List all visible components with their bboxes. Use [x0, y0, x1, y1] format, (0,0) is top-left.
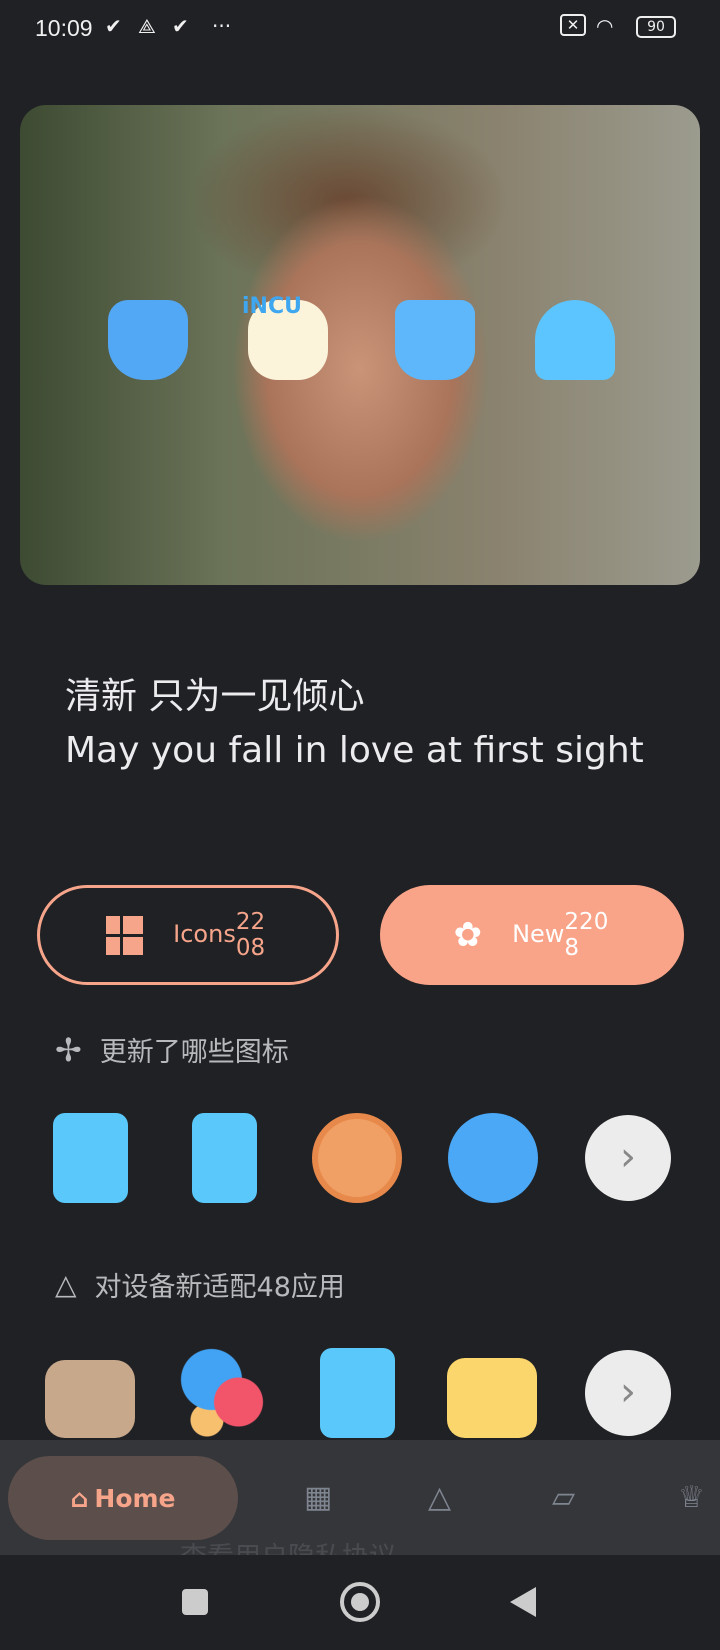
bottom-nav: 查看用户隐私协议 ⌂Home ▦ △ ▱ ♕ [0, 1440, 720, 1555]
check-icon: ✔ [105, 14, 122, 38]
wifi-icon: ◠ [596, 14, 614, 38]
headline-en: May you fall in love at first sight [65, 730, 644, 771]
nav-cards-tab[interactable]: ▱ [552, 1480, 575, 1515]
home-button[interactable] [340, 1582, 380, 1622]
headline: 清新 只为一见倾心 May you fall in love at first … [65, 670, 665, 778]
sim-off-icon: ✕ [560, 14, 586, 36]
clock-icon[interactable] [312, 1113, 402, 1203]
headphones-icon [535, 300, 615, 380]
new-button[interactable]: ✿ New2208 [380, 885, 684, 985]
shapes-icon: △ [55, 1268, 77, 1301]
grid-icon [106, 915, 144, 955]
usb-icon [108, 300, 188, 380]
status-bar: 10:09 ✔ ⟁ ✔ ··· ✕ ◠ 90 [0, 0, 720, 56]
drive-icon: ⟁ [138, 14, 156, 38]
back-button[interactable] [510, 1587, 536, 1617]
nav-trophy-tab[interactable]: ♕ [678, 1480, 705, 1515]
nav-icons-tab[interactable]: ▦ [304, 1480, 332, 1515]
icons-button[interactable]: Icons2208 [37, 885, 339, 985]
battery-level: 90 [647, 19, 665, 35]
hero-banner[interactable]: iNCU [20, 105, 700, 585]
phone-icon[interactable] [192, 1113, 257, 1203]
check-icon: ✔ [172, 14, 189, 38]
section-adapted-title: 对设备新适配48应用 [94, 1272, 345, 1303]
nav-home-label: Home [94, 1483, 176, 1513]
lock-user-icon [395, 300, 475, 380]
section-updated-header: ✢ 更新了哪些图标 [55, 1030, 289, 1069]
calculator-icon[interactable] [320, 1348, 395, 1438]
flower-icon: ✿ [453, 915, 483, 955]
amazon-icon[interactable] [45, 1360, 135, 1438]
incu-icon: iNCU [242, 294, 328, 380]
nav-shapes-tab[interactable]: △ [428, 1480, 451, 1515]
battery-icon: 90 [636, 16, 676, 38]
calculator-icon[interactable] [53, 1113, 128, 1203]
planet-icon[interactable] [448, 1113, 538, 1203]
headline-zh: 清新 只为一见倾心 [65, 676, 365, 717]
clock: 10:09 [35, 15, 93, 41]
section-adapted-header: △ 对设备新适配48应用 [55, 1265, 345, 1304]
calendar-icon[interactable] [447, 1358, 537, 1438]
incu-label: iNCU [242, 294, 302, 319]
more-adapted-button[interactable]: › [585, 1350, 671, 1436]
nav-home[interactable]: ⌂ Home [8, 1456, 238, 1540]
recents-button[interactable] [182, 1589, 208, 1615]
icons-label: Icons [173, 920, 236, 948]
pinwheel-icon: ✢ [55, 1030, 82, 1069]
section-updated-title: 更新了哪些图标 [99, 1037, 289, 1068]
bubbles-icon[interactable] [180, 1348, 270, 1438]
home-icon: ⌂ [70, 1483, 89, 1513]
more-dots-icon: ··· [212, 14, 232, 38]
privacy-text[interactable]: 查看用户隐私协议 [180, 1535, 396, 1555]
system-nav-bar [0, 1555, 720, 1650]
new-count: 2208 [564, 909, 609, 961]
new-label: New [512, 920, 565, 948]
icons-count: 2208 [235, 909, 266, 961]
more-updated-button[interactable]: › [585, 1115, 671, 1201]
